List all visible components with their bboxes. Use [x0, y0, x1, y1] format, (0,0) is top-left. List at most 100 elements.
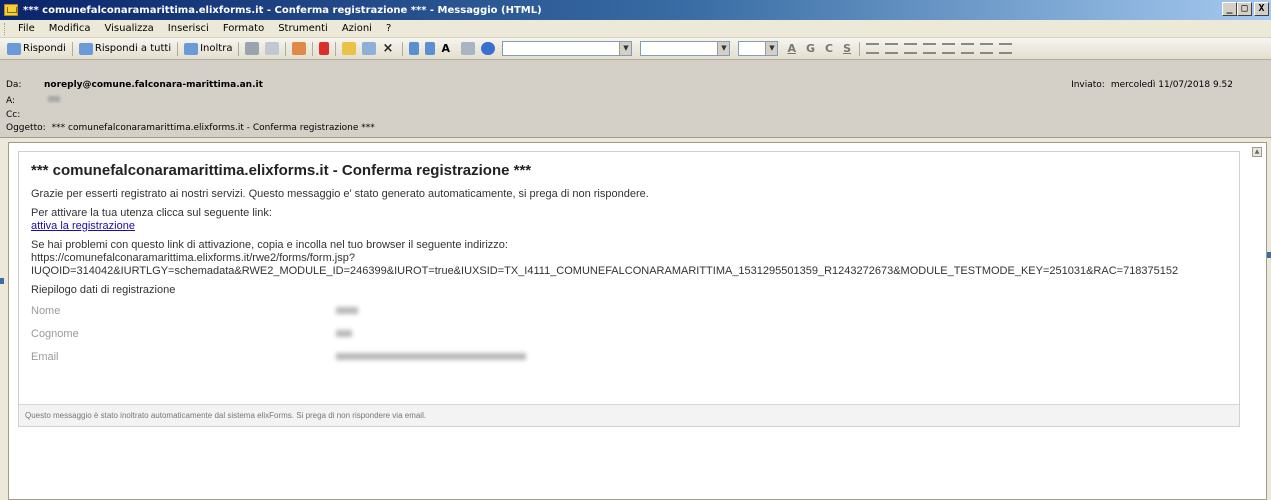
subject-label: Oggetto:	[6, 123, 46, 133]
redacted-value	[336, 307, 358, 314]
underline-button[interactable]: S	[843, 42, 851, 55]
url-line-2: IUQOID=314042&IURTLGY=schemadata&RWE2_MO…	[31, 265, 1179, 277]
reply-all-button[interactable]: Rispondi a tutti	[76, 40, 174, 58]
cc-label: Cc:	[6, 110, 21, 120]
forward-button[interactable]: Inoltra	[181, 40, 235, 58]
envelope-icon	[4, 4, 18, 16]
bullet-list-icon[interactable]	[923, 43, 937, 54]
menu-strumenti[interactable]: Strumenti	[271, 23, 335, 34]
title-bar: *** comunefalconaramarittima.elixforms.i…	[0, 0, 1271, 20]
menu-visualizza[interactable]: Visualizza	[98, 23, 161, 34]
menu-help[interactable]: ?	[379, 23, 398, 34]
toolbar-separator	[402, 41, 404, 56]
field-row-cognome: Cognome	[31, 322, 1227, 345]
folder-icon[interactable]	[342, 42, 357, 55]
sent-row: Inviato: mercoledì 11/07/2018 9.52	[1071, 80, 1233, 90]
font-color-icon[interactable]: A	[787, 42, 796, 55]
message-header: Da: noreply@comune.falconara-marittima.a…	[0, 60, 1271, 138]
align-right-icon[interactable]	[904, 43, 918, 54]
chevron-down-icon: ▼	[619, 42, 632, 55]
close-button[interactable]: X	[1254, 2, 1269, 16]
redacted-value	[336, 330, 352, 337]
toolbar-separator	[71, 41, 73, 56]
window-title: *** comunefalconaramarittima.elixforms.i…	[23, 4, 542, 16]
url-line-1: https://comunefalconaramarittima.elixfor…	[31, 252, 355, 264]
reply-icon	[7, 42, 21, 55]
minimize-button[interactable]: _	[1222, 2, 1237, 16]
toolbar-separator	[312, 41, 314, 56]
menu-formato[interactable]: Formato	[216, 23, 271, 34]
toolbar-separator	[177, 41, 179, 56]
summary-title: Riepilogo dati di registrazione	[31, 284, 176, 296]
forward-icon	[184, 42, 199, 55]
toolbar-separator	[285, 41, 287, 56]
print-icon[interactable]	[245, 42, 260, 55]
copy-icon[interactable]	[265, 42, 280, 55]
style-select[interactable]: ▼	[502, 41, 633, 56]
sent-value: mercoledì 11/07/2018 9.52	[1110, 80, 1233, 90]
font-select[interactable]: ▼	[640, 41, 731, 56]
toolbar-separator	[238, 41, 240, 56]
message-body[interactable]: ▲ *** comunefalconaramarittima.elixforms…	[8, 142, 1267, 500]
address-book-icon[interactable]	[461, 42, 476, 55]
menu-modifica[interactable]: Modifica	[42, 23, 98, 34]
problems-text: Se hai problemi con questo link di attiv…	[31, 239, 508, 251]
redacted-recipient	[48, 96, 60, 102]
activate-text: Per attivare la tua utenza clicca sul se…	[31, 207, 272, 219]
redacted-value	[336, 353, 526, 360]
restore-button[interactable]: □	[1237, 2, 1252, 16]
field-row-nome: Nome	[31, 299, 1227, 322]
toolbar-grip[interactable]	[4, 22, 7, 35]
left-edge-marker	[0, 278, 4, 284]
menu-azioni[interactable]: Azioni	[335, 23, 379, 34]
next-item-icon[interactable]	[425, 42, 436, 55]
delete-icon[interactable]: ×	[382, 42, 396, 55]
increase-indent-icon[interactable]	[980, 43, 994, 54]
align-center-icon[interactable]	[885, 43, 899, 54]
to-label: A:	[6, 96, 16, 106]
menu-bar: File Modifica Visualizza Inserisci Forma…	[0, 20, 1271, 38]
move-to-folder-icon[interactable]	[292, 42, 307, 55]
subject-value: *** comunefalconaramarittima.elixforms.i…	[51, 123, 375, 133]
previous-item-icon[interactable]	[409, 42, 420, 55]
mail-title: *** comunefalconaramarittima.elixforms.i…	[31, 162, 532, 179]
field-label: Cognome	[31, 327, 79, 340]
subject-row: Oggetto: *** comunefalconaramarittima.el…	[6, 123, 375, 133]
toolbar-separator	[335, 41, 337, 56]
field-label: Email	[31, 350, 59, 363]
activate-link[interactable]: attiva la registrazione	[31, 220, 135, 232]
bold-button[interactable]: G	[806, 42, 815, 55]
window-controls: _ □ X	[1222, 2, 1269, 16]
horizontal-line-icon[interactable]	[999, 43, 1013, 54]
menu-file[interactable]: File	[11, 23, 42, 34]
font-size-select[interactable]: ▼	[738, 41, 779, 56]
sent-label: Inviato:	[1071, 80, 1105, 90]
decrease-indent-icon[interactable]	[961, 43, 975, 54]
cc-row: Cc:	[6, 110, 44, 120]
right-edge-marker	[1267, 252, 1271, 258]
flag-icon[interactable]	[319, 42, 330, 55]
font-size-icon[interactable]: A	[441, 42, 455, 55]
from-row: Da: noreply@comune.falconara-marittima.a…	[6, 80, 263, 90]
field-label: Nome	[31, 304, 61, 317]
to-row: A:	[6, 96, 60, 106]
categories-icon[interactable]	[362, 42, 377, 55]
from-value[interactable]: noreply@comune.falconara-marittima.an.it	[44, 80, 263, 90]
toolbar-separator	[859, 41, 861, 56]
intro-text: Grazie per esserti registrato ai nostri …	[31, 188, 649, 200]
field-row-email: Email	[31, 345, 1227, 368]
menu-inserisci[interactable]: Inserisci	[161, 23, 216, 34]
align-left-icon[interactable]	[866, 43, 880, 54]
italic-button[interactable]: C	[825, 42, 833, 55]
mail-footer: Questo messaggio è stato inoltrato autom…	[19, 404, 1239, 426]
scroll-up-icon[interactable]: ▲	[1252, 147, 1262, 157]
numbered-list-icon[interactable]	[942, 43, 956, 54]
from-label: Da:	[6, 80, 22, 90]
toolbar: Rispondi Rispondi a tutti Inoltra × A ▼ …	[0, 38, 1271, 60]
reply-all-icon	[78, 42, 93, 55]
reply-button[interactable]: Rispondi	[4, 40, 69, 58]
chevron-down-icon: ▼	[717, 42, 730, 55]
mail-content: *** comunefalconaramarittima.elixforms.i…	[18, 151, 1240, 427]
help-icon[interactable]	[481, 42, 496, 55]
chevron-down-icon: ▼	[765, 42, 778, 55]
